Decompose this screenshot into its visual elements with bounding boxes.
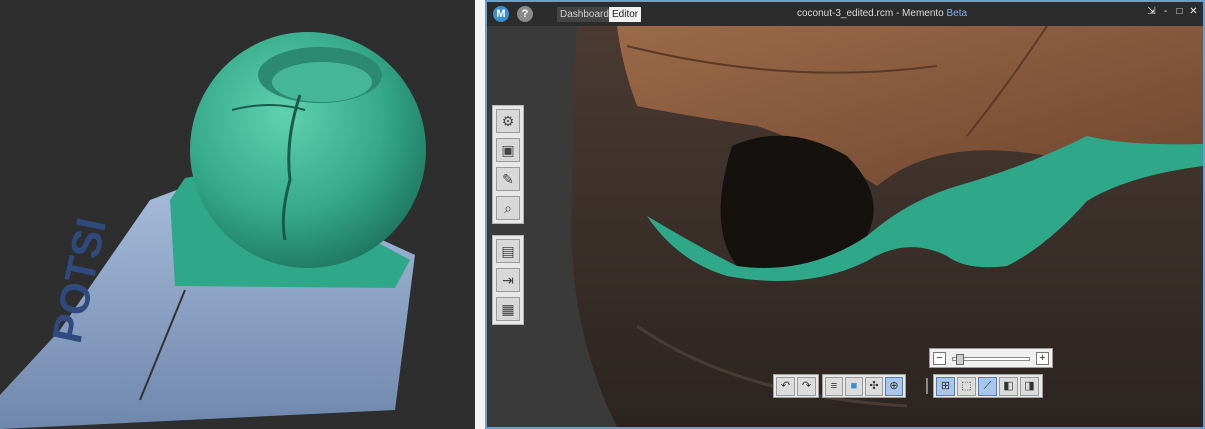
- bottom-toolbar-view: ≡ ■ ✣ ⊕: [822, 374, 906, 398]
- target-pivot-icon[interactable]: ⊕: [885, 377, 903, 396]
- minimize-button[interactable]: -: [1160, 6, 1171, 17]
- export-cube-icon[interactable]: ⇥: [496, 268, 520, 292]
- tab-dashboard[interactable]: Dashboard: [557, 7, 612, 22]
- beta-label: Beta: [946, 8, 968, 19]
- restore-button[interactable]: □: [1174, 6, 1185, 17]
- panel-divider: [475, 0, 485, 429]
- tab-editor[interactable]: Editor: [609, 7, 642, 22]
- mirror-icon[interactable]: ◧: [999, 377, 1018, 396]
- window-title: coconut-3_edited.rcm - Memento Beta: [797, 8, 967, 19]
- select-add-icon[interactable]: ⊞: [936, 377, 955, 396]
- undo-icon[interactable]: ↶: [776, 377, 795, 396]
- material-cube-icon[interactable]: ■: [845, 377, 863, 396]
- bottom-toolbar-select: ⊞ ⬚ ⟋ ◧ ◨: [933, 374, 1043, 398]
- editor-scene-svg: [487, 26, 1203, 427]
- toolbar-separator: [926, 378, 928, 394]
- cube-select-icon[interactable]: ▣: [496, 138, 520, 162]
- view-side-icon[interactable]: ◨: [1020, 377, 1039, 396]
- zoom-track[interactable]: [952, 354, 1030, 365]
- properties-panel-icon[interactable]: ▤: [496, 239, 520, 263]
- left-toolbar-edit: ⚙ ▣ ✎ ⌕: [492, 105, 524, 224]
- memento-window: M ? Dashboard Editor coconut-3_edited.rc…: [485, 0, 1205, 429]
- title-bar: M ? Dashboard Editor coconut-3_edited.rc…: [487, 2, 1203, 26]
- settings-wrench-icon[interactable]: ⚙: [496, 109, 520, 133]
- select-box-icon[interactable]: ⬚: [957, 377, 976, 396]
- help-button[interactable]: ?: [517, 6, 533, 22]
- zoom-out-button[interactable]: −: [933, 352, 946, 365]
- list-icon[interactable]: ≡: [825, 377, 843, 396]
- window-controls: ⇲ - □ ✕: [1146, 6, 1199, 17]
- close-button[interactable]: ✕: [1188, 6, 1199, 17]
- pin-button[interactable]: ⇲: [1146, 6, 1157, 17]
- editor-3d-viewport[interactable]: ⚙ ▣ ✎ ⌕ ▤ ⇥ ▦: [487, 26, 1203, 427]
- screenshot-stage: POTSI M ? Dashboard Editor coconut-3_edi…: [0, 0, 1205, 429]
- layout-grid-icon[interactable]: ▦: [496, 297, 520, 321]
- zoom-slider-popup: − +: [929, 348, 1053, 368]
- bottom-toolbar-history: ↶ ↷: [773, 374, 819, 398]
- lasso-select-icon[interactable]: ⟋: [978, 377, 997, 396]
- zoom-thumb[interactable]: [956, 354, 964, 365]
- magnifier-inspect-icon[interactable]: ⌕: [496, 196, 520, 220]
- left-scene-svg: POTSI: [0, 32, 426, 429]
- transform-move-icon[interactable]: ✣: [865, 377, 883, 396]
- redo-icon[interactable]: ↷: [797, 377, 816, 396]
- window-title-text: coconut-3_edited.rcm - Memento: [797, 8, 944, 19]
- zoom-in-button[interactable]: +: [1036, 352, 1049, 365]
- left-3d-viewport[interactable]: POTSI: [0, 0, 475, 429]
- paint-brush-icon[interactable]: ✎: [496, 167, 520, 191]
- left-toolbar-output: ▤ ⇥ ▦: [492, 235, 524, 325]
- app-logo-icon[interactable]: M: [493, 6, 509, 22]
